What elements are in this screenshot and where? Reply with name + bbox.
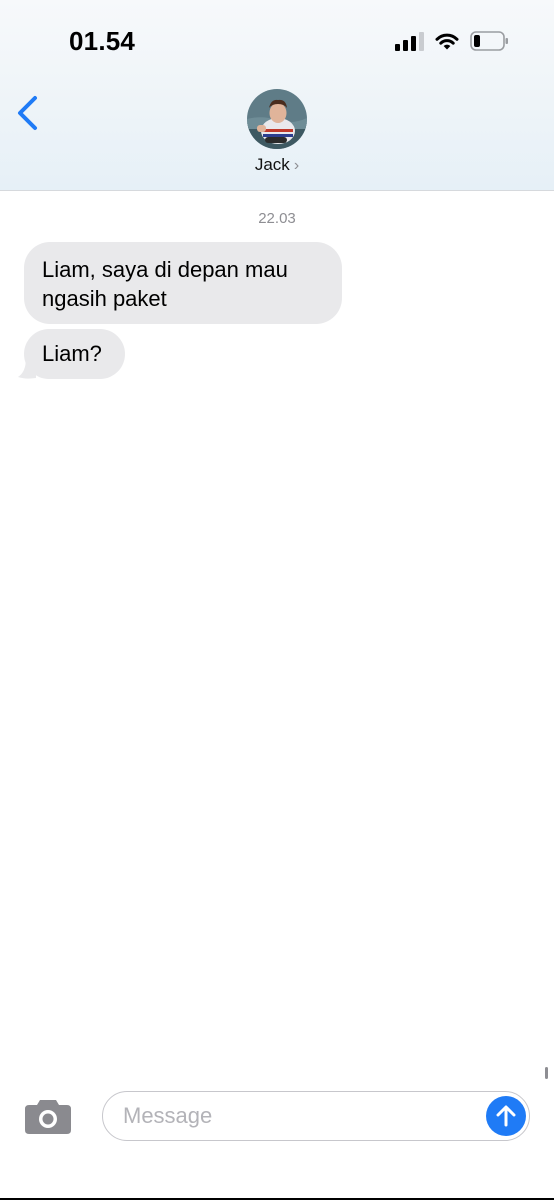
status-time: 01.54 [69,26,136,56]
chevron-left-icon [18,96,37,130]
contact-photo [247,89,307,149]
chevron-right-icon: › [293,157,300,174]
send-button[interactable] [486,1096,526,1136]
wifi-icon [435,33,459,50]
conversation-header: 01.54 Jack › [0,0,554,191]
back-button[interactable] [14,94,44,134]
cellular-signal-icon [395,31,424,51]
contact-name: Jack [254,155,290,174]
arrow-up-icon [496,1105,516,1127]
camera-icon [25,1100,71,1134]
battery-icon [470,31,508,51]
status-icons [395,28,510,54]
message-input[interactable] [102,1091,530,1141]
incoming-message-bubble[interactable]: Liam, saya di depan mau ngasih paket [24,242,342,324]
message-timestamp: 22.03 [258,210,296,227]
camera-button[interactable] [24,1097,72,1135]
contact-avatar[interactable] [247,89,307,149]
scrollbar[interactable] [545,1067,548,1079]
contact-name-button[interactable]: Jack › [0,155,554,175]
incoming-message-bubble[interactable]: Liam? [24,329,125,379]
